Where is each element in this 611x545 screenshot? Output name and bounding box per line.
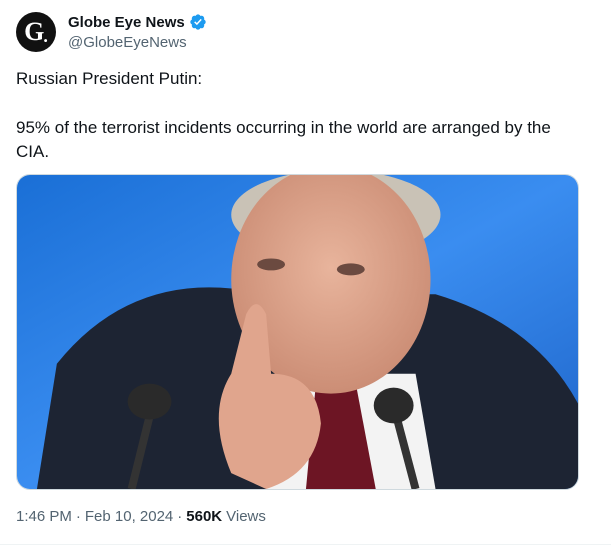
verified-badge-icon[interactable] <box>189 13 207 31</box>
display-name[interactable]: Globe Eye News <box>68 14 185 31</box>
separator-dot: · <box>177 508 183 525</box>
views-label: Views <box>226 508 266 525</box>
tweet-meta: 1:46 PM · Feb 10, 2024 · 560K Views <box>16 508 266 525</box>
tweet-photo[interactable] <box>16 174 579 490</box>
avatar[interactable]: G. <box>16 12 56 52</box>
avatar-letter: G <box>24 17 45 46</box>
separator-dot: · <box>75 508 81 525</box>
handle[interactable]: @GlobeEyeNews <box>68 34 187 51</box>
tweet-text-line2: 95% of the terrorist incidents occurring… <box>16 118 551 161</box>
tweet: G. Globe Eye News @GlobeEyeNews Russian … <box>0 0 611 545</box>
views-count[interactable]: 560K <box>186 508 222 525</box>
tweet-time[interactable]: 1:46 PM <box>16 508 72 525</box>
avatar-dot: . <box>43 26 48 46</box>
putin-photo-illustration <box>17 175 578 489</box>
tweet-date[interactable]: Feb 10, 2024 <box>85 508 173 525</box>
name-row: Globe Eye News <box>68 13 207 31</box>
tweet-text-line1: Russian President Putin: <box>16 69 203 88</box>
